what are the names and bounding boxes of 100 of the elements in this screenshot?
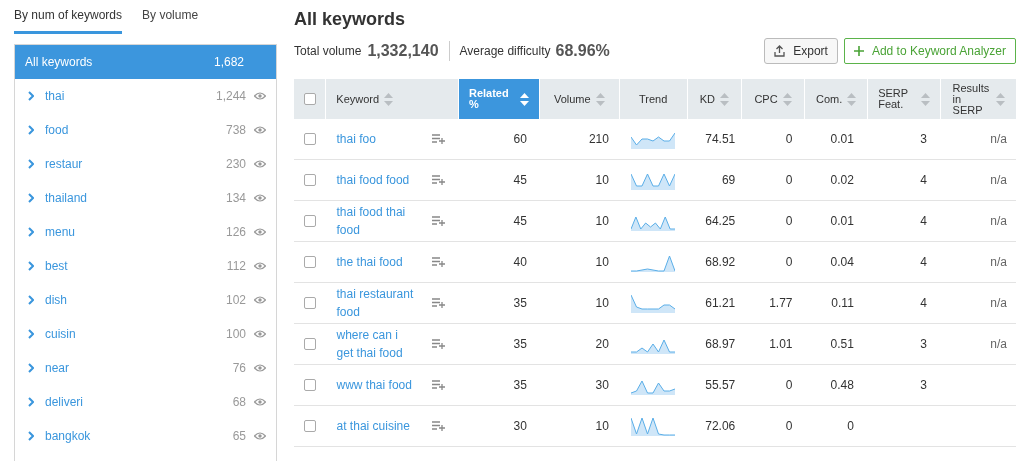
keyword-group-item[interactable]: dish 102 [15,283,276,317]
eye-icon[interactable] [254,296,266,304]
add-to-analyzer-button[interactable]: Add to Keyword Analyzer [843,38,1016,64]
eye-icon[interactable] [254,126,266,134]
add-to-list-icon[interactable] [431,175,445,185]
row-checkbox[interactable] [303,174,316,186]
kd-cell-text: 55.57 [704,377,737,394]
column-label: Related % [468,88,510,110]
group-label: thai [45,88,66,105]
keyword-group-item[interactable]: near 76 [15,351,276,385]
keyword-group-item[interactable]: food 738 [15,113,276,147]
group-count: 1,244 [215,88,246,105]
column-header[interactable]: KD [687,79,741,119]
volume-cell-text: 10 [594,254,610,271]
sort-icon [519,92,529,106]
keyword-group-item[interactable]: best 112 [15,249,276,283]
column-header[interactable]: CPC [741,79,805,119]
related-cell-text: 45 [512,172,528,189]
volume-cell-text: 210 [587,131,610,148]
column-header[interactable]: Com. [805,79,868,119]
keyword-link[interactable]: thai foo [336,130,415,148]
sidebar-tab[interactable]: By volume [142,6,199,34]
keyword-group-item[interactable]: menu 126 [15,215,276,249]
keyword-group-item[interactable]: bangkok 65 [15,419,276,453]
eye-icon[interactable] [254,398,266,406]
group-count: 1,682 [213,54,244,71]
keyword-link[interactable]: at thai cuisine [336,417,415,435]
keyword-group-item[interactable]: thai 1,244 [15,79,276,113]
competition-cell-text: 0.11 [830,295,855,312]
eye-icon[interactable] [254,160,266,168]
kd-cell-text: 69 [720,172,737,189]
column-header[interactable]: SERP Feat. [868,79,941,119]
keyword-link[interactable]: where can i get thai food [336,326,415,362]
keyword-group-item[interactable]: thailand 134 [15,181,276,215]
eye-icon[interactable] [254,262,266,270]
competition-cell-text: 0.02 [829,172,855,189]
competition-cell-text: 0.01 [829,213,855,230]
row-checkbox[interactable] [303,420,316,432]
keyword-group-item[interactable]: All keywords 1,682 [15,45,276,79]
eye-icon[interactable] [254,432,266,440]
add-to-list-icon[interactable] [431,216,445,226]
keyword-group-item[interactable]: restaur 230 [15,147,276,181]
eye-icon[interactable] [254,92,266,100]
column-header[interactable]: Keyword [326,79,458,119]
column-header[interactable]: Volume [539,79,619,119]
sort-icon [995,92,1005,106]
row-checkbox[interactable] [303,338,316,350]
column-header[interactable]: Trend [619,79,687,119]
add-to-list-icon[interactable] [431,298,445,308]
row-checkbox[interactable] [303,256,316,268]
row-checkbox[interactable] [303,379,316,391]
export-button[interactable]: Export [764,38,838,64]
add-to-list-icon[interactable] [431,380,445,390]
serp-features-cell: 4 [920,214,927,228]
group-label: bangkok [45,428,92,445]
keyword-group-item[interactable]: deliveri 68 [15,385,276,419]
column-label: Trend [639,93,668,105]
select-all-checkbox[interactable] [303,93,316,105]
add-to-list-icon[interactable] [431,421,445,431]
trend-sparkline [631,416,676,436]
keyword-group-item[interactable]: cuisin 100 [15,317,276,351]
add-to-list-icon[interactable] [431,339,445,349]
add-to-list-icon[interactable] [431,257,445,267]
related-cell-text: 35 [512,336,528,353]
eye-icon[interactable] [254,194,266,202]
chevron-right-icon [28,125,34,135]
row-checkbox[interactable] [303,297,316,309]
keyword-link[interactable]: thai restaurant food [336,285,415,321]
keyword-link[interactable]: thai food thai food [336,203,415,239]
kd-cell-text: 68.92 [704,254,737,271]
sort-icon [719,92,729,106]
sort-icon [384,92,394,106]
group-label: food [45,122,70,139]
eye-icon[interactable] [254,330,266,338]
group-label: dish [45,292,68,309]
sort-icon [595,92,605,106]
column-header[interactable]: Results in SERP [941,79,1016,119]
serp-features-cell: 3 [920,378,927,392]
column-header[interactable]: Related % [458,79,539,119]
eye-icon[interactable] [254,364,266,372]
column-label: SERP Feat. [878,88,909,110]
keyword-link[interactable]: thai food food [336,171,415,189]
column-label: Volume [553,93,591,105]
results-cell: n/a [990,214,1007,228]
total-volume-label: Total volume [294,43,362,60]
related-cell-text: 60 [512,131,528,148]
keyword-link[interactable]: the thai food [336,253,415,271]
kd-cell-text: 68.97 [704,336,737,353]
keyword-link[interactable]: www thai food [336,376,415,394]
sidebar-tab[interactable]: By num of keywords [14,6,123,34]
competition-cell-text: 0.01 [829,131,855,148]
row-checkbox[interactable] [303,215,316,227]
serp-features-cell: 3 [920,132,927,146]
column-label: Keyword [336,93,380,105]
row-checkbox[interactable] [303,133,316,145]
add-to-list-icon[interactable] [431,134,445,144]
total-volume-value: 1,332,140 [367,41,439,61]
eye-icon[interactable] [254,228,266,236]
chevron-right-icon [28,91,34,101]
chevron-right-icon [28,295,34,305]
